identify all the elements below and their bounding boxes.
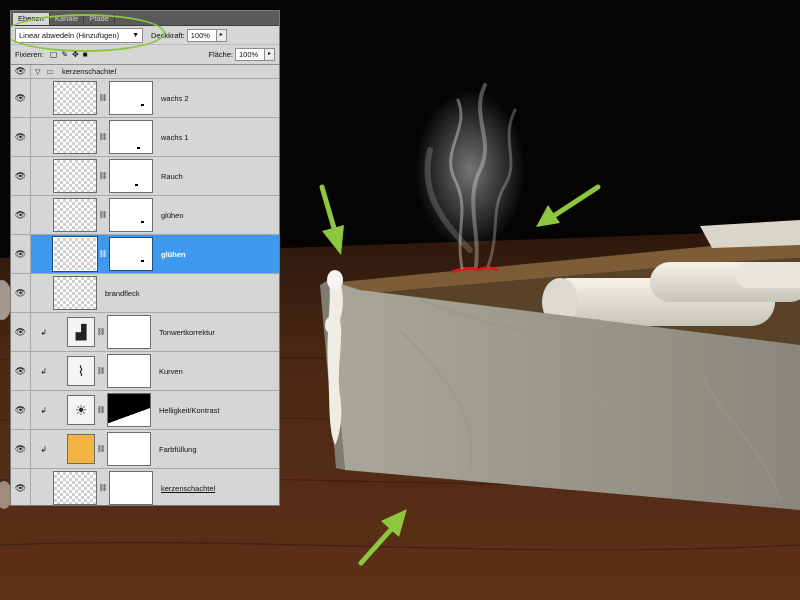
eye-icon[interactable]: 👁 [11,430,31,468]
color-fill-icon[interactable] [67,434,95,464]
layer-row[interactable]: 👁 ⛓ glühen [11,196,279,235]
layer-mask-thumbnail[interactable] [109,81,153,115]
layer-mask-thumbnail[interactable] [109,120,153,154]
layer-mask-thumbnail[interactable] [107,393,151,427]
chain-link-icon[interactable]: ⛓ [95,367,107,375]
layer-name: kerzenschachtel [161,483,216,493]
layer-row[interactable]: 👁 ↲ ☀ ⛓ Helligkeit/Kontrast [11,391,279,430]
layer-row[interactable]: 👁 ⛓ wachs 1 [11,118,279,157]
lock-pixels-icon[interactable]: ✎ [61,50,68,60]
layer-mask-thumbnail[interactable] [109,159,153,193]
layer-name: wachs 1 [161,132,189,142]
layer-mask-thumbnail[interactable] [107,432,151,466]
clipping-mask-icon: ↲ [40,366,47,376]
clipping-mask-icon: ↲ [40,327,47,337]
layer-name: Kurven [159,366,183,376]
layer-mask-thumbnail[interactable] [107,315,151,349]
group-name: kerzenschachtel [61,67,117,76]
group-expand-icon[interactable]: ▽ [35,68,40,76]
layer-group-kerzenschachtel[interactable]: 👁 ▽ ▭ kerzenschachtel [11,65,279,79]
layer-row[interactable]: 👁 brandfleck [11,274,279,313]
brightness-contrast-icon[interactable]: ☀ [67,395,95,425]
eye-icon[interactable]: 👁 [11,118,31,156]
chain-link-icon[interactable]: ⛓ [95,328,107,336]
chain-link-icon[interactable]: ⛓ [95,406,107,414]
chain-link-icon[interactable]: ⛓ [97,172,109,180]
layer-thumbnail[interactable] [53,276,97,310]
eye-icon[interactable]: 👁 [11,235,31,273]
layer-thumbnail[interactable] [53,81,97,115]
layer-name: Farbfüllung [159,444,197,454]
fill-arrow-icon[interactable]: ▸ [265,48,275,61]
layers-list: 👁 ▽ ▭ kerzenschachtel 👁 ⛓ wachs 2 👁 ⛓ wa… [11,65,279,505]
opacity-arrow-icon[interactable]: ▸ [216,28,227,42]
layer-row-selected[interactable]: 👁 ⛓ glühen [11,235,279,274]
lock-transparency-icon[interactable]: ▢ [50,50,58,60]
blend-options-row: Linear abwedeln (Hinzufügen) ▼ Deckkraft… [11,14,279,52]
layer-row[interactable]: 👁 ↲ ⛓ Farbfüllung [11,430,279,469]
eye-icon[interactable]: 👁 [11,79,31,117]
layer-mask-thumbnail[interactable] [109,198,153,232]
layer-thumbnail[interactable] [53,159,97,193]
fill-input[interactable]: 100% [235,48,265,61]
layer-name: Helligkeit/Kontrast [159,405,220,415]
eye-icon[interactable]: 👁 [11,352,31,390]
layer-mask-thumbnail[interactable] [107,354,151,388]
arrow-wax-drip [319,184,344,255]
levels-icon[interactable]: ▟ [67,317,95,347]
layer-name: glühen [161,210,184,220]
chain-link-icon[interactable]: ⛓ [97,211,109,219]
folder-icon: ▭ [46,67,54,76]
chain-link-icon[interactable]: ⛓ [97,94,109,102]
layer-mask-thumbnail[interactable] [109,237,153,271]
layer-thumbnail[interactable] [52,236,98,272]
clipping-mask-icon: ↲ [40,444,47,454]
layer-name: Tonwertkorrektur [159,327,215,337]
arrow-smoke [536,184,601,227]
fill-label: Fläche: [208,50,233,59]
lock-icons: ▢ ✎ ✥ ■ [50,50,88,60]
layer-row[interactable]: 👁 ↲ ⌇ ⛓ Kurven [11,352,279,391]
layer-row[interactable]: 👁 ↲ ▟ ⛓ Tonwertkorrektur [11,313,279,352]
eye-icon[interactable]: 👁 [11,469,31,505]
arrow-box-edge [358,509,407,566]
lock-options-row: Fixieren: ▢ ✎ ✥ ■ Fläche: 100% ▸ [11,45,279,65]
clipping-mask-icon: ↲ [40,405,47,415]
lock-position-icon[interactable]: ✥ [72,50,79,60]
layer-row[interactable]: 👁 ⛓ kerzenschachtel [11,469,279,505]
layer-row[interactable]: 👁 ⛓ wachs 2 [11,79,279,118]
layer-thumbnail[interactable] [53,471,97,505]
lock-label: Fixieren: [15,50,44,59]
layer-name: wachs 2 [161,93,189,103]
layer-thumbnail[interactable] [53,198,97,232]
layer-row[interactable]: 👁 ⛓ Rauch [11,157,279,196]
layers-panel: Ebenen Kanäle Pfade Linear abwedeln (Hin… [10,10,280,506]
eye-icon[interactable]: 👁 [11,157,31,195]
chain-link-icon[interactable]: ⛓ [97,133,109,141]
eye-icon[interactable]: 👁 [11,274,31,312]
eye-icon[interactable]: 👁 [11,65,31,78]
eye-icon[interactable]: 👁 [11,391,31,429]
layer-mask-thumbnail[interactable] [109,471,153,505]
chain-link-icon[interactable]: ⛓ [97,250,109,258]
eye-icon[interactable]: 👁 [11,196,31,234]
chain-link-icon[interactable]: ⛓ [95,445,107,453]
chain-link-icon[interactable]: ⛓ [97,484,109,492]
layer-name: Rauch [161,171,183,181]
layer-name: glühen [161,249,186,259]
layer-name: brandfleck [105,288,140,298]
opacity-input[interactable]: 100% [186,28,217,42]
eye-icon[interactable]: 👁 [11,313,31,351]
curves-icon[interactable]: ⌇ [67,356,95,386]
layer-thumbnail[interactable] [53,120,97,154]
lock-all-icon[interactable]: ■ [83,50,88,60]
